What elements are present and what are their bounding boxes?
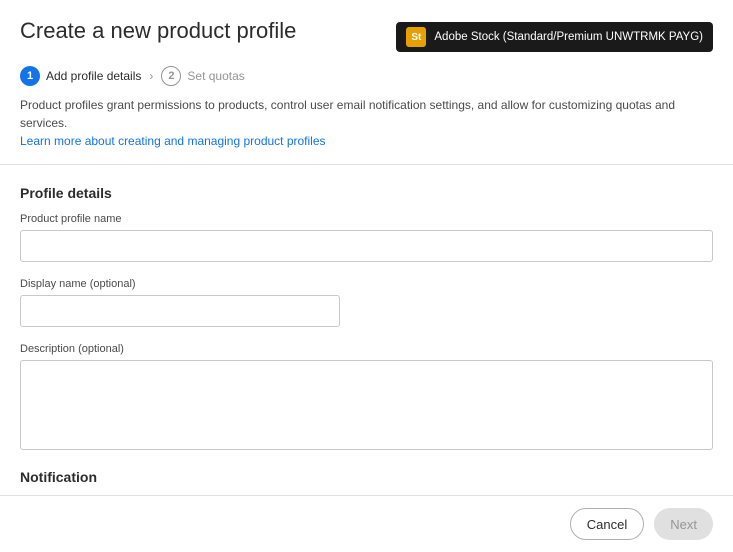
product-badge: St Adobe Stock (Standard/Premium UNWTRMK…	[396, 22, 713, 52]
profile-details-title: Profile details	[20, 185, 713, 201]
step-1-circle: 1	[20, 66, 40, 86]
step-2-circle: 2	[161, 66, 181, 86]
product-badge-icon: St	[406, 27, 426, 47]
description-label: Description (optional)	[20, 343, 713, 355]
info-section: Product profiles grant permissions to pr…	[0, 96, 733, 158]
next-button[interactable]: Next	[654, 508, 713, 540]
divider	[0, 164, 733, 165]
dialog-header: Create a new product profile St Adobe St…	[0, 0, 733, 66]
product-profile-name-label: Product profile name	[20, 213, 713, 225]
create-product-profile-dialog: Create a new product profile St Adobe St…	[0, 0, 733, 552]
step-separator: ›	[149, 69, 153, 83]
page-title: Create a new product profile	[20, 18, 296, 44]
step-1-label: Add profile details	[46, 69, 141, 83]
notification-section: Notification Notify users by email ▾	[20, 469, 713, 495]
display-name-group: Display name (optional)	[20, 278, 713, 327]
display-name-input[interactable]	[20, 295, 340, 327]
step-1: 1 Add profile details	[20, 66, 141, 86]
description-input[interactable]	[20, 360, 713, 450]
display-name-label: Display name (optional)	[20, 278, 713, 290]
product-profile-name-input[interactable]	[20, 230, 713, 262]
scrollable-content: Profile details Product profile name Dis…	[0, 171, 733, 495]
cancel-button[interactable]: Cancel	[570, 508, 644, 540]
notification-title: Notification	[20, 469, 713, 485]
dialog-footer: Cancel Next	[0, 495, 733, 552]
info-description: Product profiles grant permissions to pr…	[20, 98, 675, 130]
info-link[interactable]: Learn more about creating and managing p…	[20, 134, 326, 148]
product-badge-label: Adobe Stock (Standard/Premium UNWTRMK PA…	[434, 31, 703, 43]
step-2: 2 Set quotas	[161, 66, 244, 86]
step-2-label: Set quotas	[187, 69, 244, 83]
product-profile-name-group: Product profile name	[20, 213, 713, 262]
steps-row: 1 Add profile details › 2 Set quotas	[0, 66, 733, 96]
description-group: Description (optional)	[20, 343, 713, 453]
